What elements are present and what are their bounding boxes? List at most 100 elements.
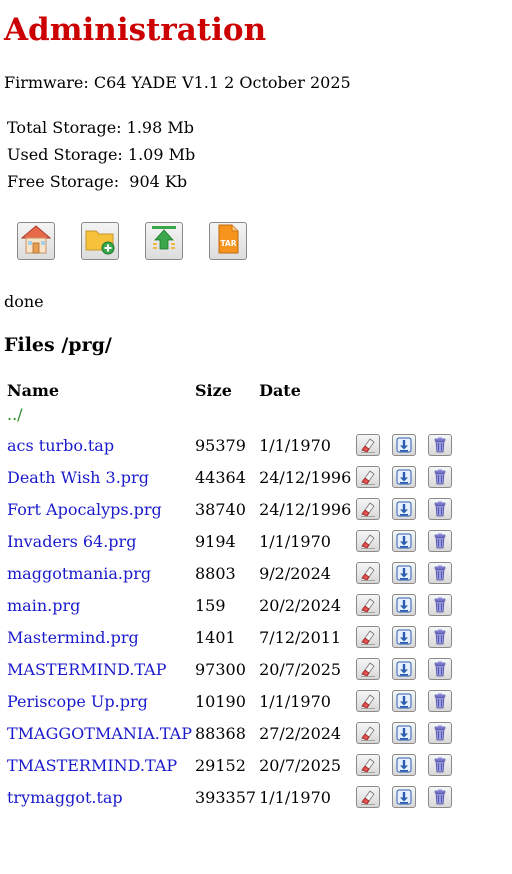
file-date: 1/1/1970 bbox=[259, 531, 331, 551]
file-row: MASTERMIND.TAP 97300 20/7/2025 bbox=[7, 653, 464, 685]
rename-button[interactable] bbox=[356, 786, 381, 808]
used-storage: Used Storage: 1.09 Mb bbox=[7, 145, 196, 164]
file-date: 7/12/2011 bbox=[259, 627, 342, 647]
delete-button[interactable] bbox=[428, 466, 453, 488]
column-header-date: Date bbox=[259, 380, 301, 400]
file-actions bbox=[354, 525, 464, 557]
total-storage: Total Storage: 1.98 Mb bbox=[7, 118, 194, 137]
rename-button[interactable] bbox=[356, 466, 381, 488]
rename-button[interactable] bbox=[356, 498, 381, 520]
upload-icon bbox=[147, 222, 181, 260]
file-date: 9/2/2024 bbox=[259, 563, 331, 583]
download-button[interactable] bbox=[392, 690, 417, 712]
eraser-icon bbox=[359, 564, 377, 582]
delete-button[interactable] bbox=[428, 594, 453, 616]
upload-button[interactable] bbox=[145, 222, 183, 260]
file-link[interactable]: Mastermind.prg bbox=[7, 628, 139, 647]
download-icon bbox=[395, 660, 413, 678]
file-date: 24/12/1996 bbox=[259, 499, 352, 519]
file-link[interactable]: main.prg bbox=[7, 596, 80, 615]
file-link[interactable]: trymaggot.tap bbox=[7, 788, 123, 807]
download-button[interactable] bbox=[392, 754, 417, 776]
download-button[interactable] bbox=[392, 466, 417, 488]
rename-button[interactable] bbox=[356, 722, 381, 744]
column-header-actions bbox=[354, 375, 464, 405]
download-button[interactable] bbox=[392, 594, 417, 616]
delete-button[interactable] bbox=[428, 530, 453, 552]
download-button[interactable] bbox=[392, 434, 417, 456]
delete-button[interactable] bbox=[428, 690, 453, 712]
current-path: /prg/ bbox=[61, 334, 112, 356]
delete-button[interactable] bbox=[428, 786, 453, 808]
download-icon bbox=[395, 692, 413, 710]
rename-button[interactable] bbox=[356, 626, 381, 648]
eraser-icon bbox=[359, 628, 377, 646]
file-size: 9194 bbox=[194, 531, 236, 551]
file-actions bbox=[354, 621, 464, 653]
rename-button[interactable] bbox=[356, 562, 381, 584]
download-button[interactable] bbox=[392, 786, 417, 808]
eraser-icon bbox=[359, 724, 377, 742]
rename-button[interactable] bbox=[356, 594, 381, 616]
parent-directory-link[interactable]: ../ bbox=[7, 405, 23, 424]
delete-button[interactable] bbox=[428, 754, 453, 776]
rename-button[interactable] bbox=[356, 658, 381, 680]
home-button[interactable] bbox=[17, 222, 55, 260]
trash-icon bbox=[431, 724, 449, 742]
file-table: Name Size Date ../ acs turbo.tap 95379 1/1… bbox=[4, 375, 467, 813]
files-heading: Files /prg/ bbox=[4, 333, 112, 357]
file-row: Death Wish 3.prg 44364 24/12/1996 bbox=[7, 461, 464, 493]
file-actions bbox=[354, 781, 464, 813]
file-actions bbox=[354, 749, 464, 781]
delete-button[interactable] bbox=[428, 626, 453, 648]
download-button[interactable] bbox=[392, 530, 417, 552]
download-icon bbox=[395, 468, 413, 486]
download-button[interactable] bbox=[392, 562, 417, 584]
tar-archive-icon: TAR bbox=[211, 222, 245, 260]
file-size: 44364 bbox=[194, 467, 246, 487]
page-title: Administration bbox=[4, 12, 267, 48]
rename-button[interactable] bbox=[356, 690, 381, 712]
new-folder-button[interactable] bbox=[81, 222, 119, 260]
column-header-size: Size bbox=[194, 380, 232, 400]
file-link[interactable]: Death Wish 3.prg bbox=[7, 468, 149, 487]
tar-button[interactable]: TAR bbox=[209, 222, 247, 260]
file-size: 8803 bbox=[194, 563, 236, 583]
file-link[interactable]: Periscope Up.prg bbox=[7, 692, 148, 711]
file-link[interactable]: Invaders 64.prg bbox=[7, 532, 136, 551]
file-date: 20/7/2025 bbox=[259, 659, 342, 679]
trash-icon bbox=[431, 692, 449, 710]
files-label: Files bbox=[4, 334, 55, 356]
download-icon bbox=[395, 628, 413, 646]
file-link[interactable]: acs turbo.tap bbox=[7, 436, 114, 455]
file-actions bbox=[354, 461, 464, 493]
download-button[interactable] bbox=[392, 626, 417, 648]
delete-button[interactable] bbox=[428, 498, 453, 520]
folder-add-icon bbox=[83, 222, 117, 260]
rename-button[interactable] bbox=[356, 754, 381, 776]
file-link[interactable]: Fort Apocalyps.prg bbox=[7, 500, 162, 519]
rename-button[interactable] bbox=[356, 434, 381, 456]
file-link[interactable]: maggotmania.prg bbox=[7, 564, 151, 583]
rename-button[interactable] bbox=[356, 530, 381, 552]
delete-button[interactable] bbox=[428, 562, 453, 584]
eraser-icon bbox=[359, 756, 377, 774]
file-size: 29152 bbox=[194, 755, 246, 775]
delete-button[interactable] bbox=[428, 434, 453, 456]
file-row: TMAGGOTMANIA.TAP 88368 27/2/2024 bbox=[7, 717, 464, 749]
download-button[interactable] bbox=[392, 498, 417, 520]
file-size: 1401 bbox=[194, 627, 236, 647]
download-button[interactable] bbox=[392, 658, 417, 680]
delete-button[interactable] bbox=[428, 658, 453, 680]
file-link[interactable]: MASTERMIND.TAP bbox=[7, 660, 166, 679]
file-actions bbox=[354, 685, 464, 717]
trash-icon bbox=[431, 500, 449, 518]
download-icon bbox=[395, 436, 413, 454]
eraser-icon bbox=[359, 596, 377, 614]
file-link[interactable]: TMASTERMIND.TAP bbox=[7, 756, 177, 775]
file-link[interactable]: TMAGGOTMANIA.TAP bbox=[7, 724, 192, 743]
status-message: done bbox=[4, 292, 44, 311]
download-button[interactable] bbox=[392, 722, 417, 744]
delete-button[interactable] bbox=[428, 722, 453, 744]
file-size: 95379 bbox=[194, 435, 246, 455]
